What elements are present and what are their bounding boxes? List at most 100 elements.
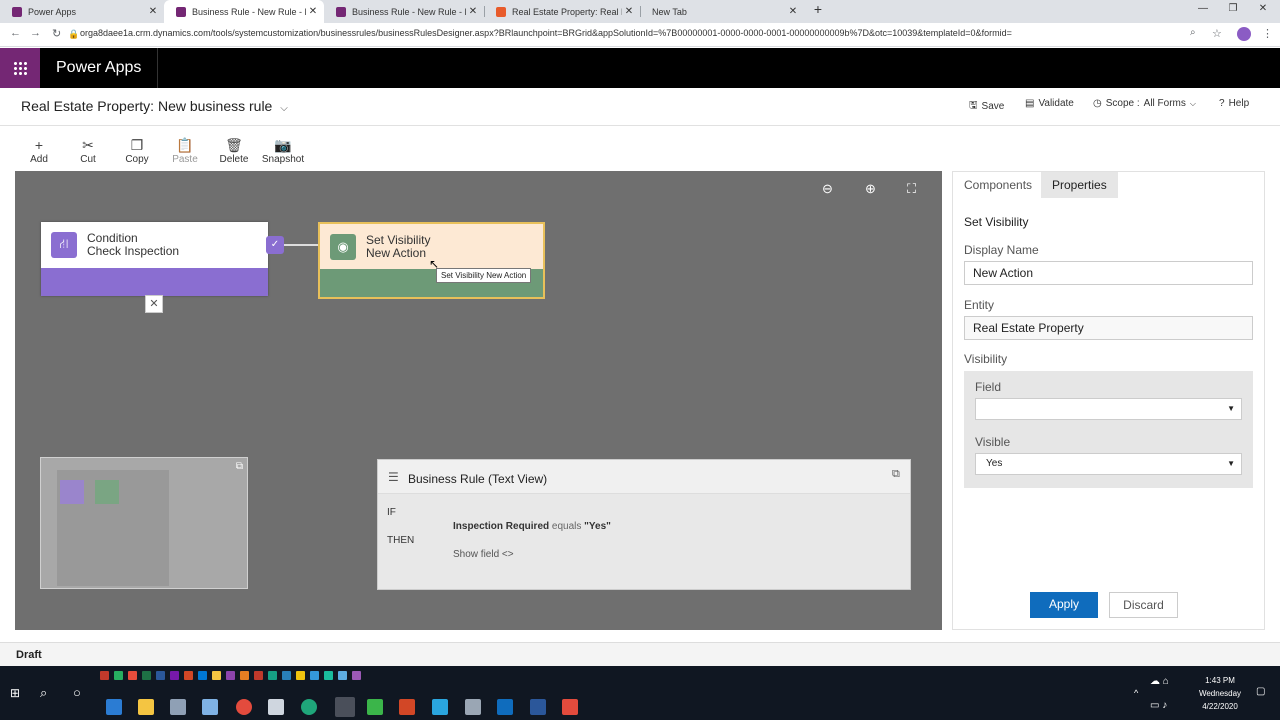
quick-launch-icon[interactable] xyxy=(100,671,109,680)
clock[interactable]: 1:43 PM Wednesday 4/22/2020 xyxy=(1198,674,1242,713)
cut-button[interactable]: ✂ Cut xyxy=(66,136,110,165)
close-tab-icon[interactable]: ✕ xyxy=(146,6,160,17)
zoom-in-icon[interactable]: ⊕ xyxy=(865,181,876,197)
quick-launch-icon[interactable] xyxy=(338,671,347,680)
app-launcher-waffle-icon[interactable] xyxy=(0,48,40,88)
bookmark-star-icon[interactable]: ☆ xyxy=(1212,27,1222,40)
collapse-text-view-icon[interactable]: ⧉ xyxy=(892,468,900,481)
visibility-label: Visibility xyxy=(964,352,1008,366)
validate-button[interactable]: ▤ Validate xyxy=(1025,98,1074,109)
search-icon[interactable]: ⌕ xyxy=(40,685,47,701)
chevron-down-icon: ⌵ xyxy=(1189,98,1196,108)
skype-icon[interactable] xyxy=(432,699,448,715)
quick-launch-icon[interactable] xyxy=(184,671,193,680)
file-explorer-icon[interactable] xyxy=(138,699,154,715)
close-tab-icon[interactable]: ✕ xyxy=(786,6,800,17)
powerpoint-icon[interactable] xyxy=(399,699,415,715)
minimize-icon[interactable]: — xyxy=(1193,3,1213,14)
restore-icon[interactable]: ❐ xyxy=(1223,3,1243,14)
close-tab-icon[interactable]: ✕ xyxy=(306,6,320,17)
quick-launch-icon[interactable] xyxy=(156,671,165,680)
scope-dropdown[interactable]: ◷ Scope : All Forms ⌵ xyxy=(1093,98,1196,109)
close-tab-icon[interactable]: ✕ xyxy=(622,6,636,17)
browser-tab-new-tab[interactable]: New Tab ✕ xyxy=(640,0,804,23)
notepad-icon[interactable] xyxy=(170,699,186,715)
rule-title[interactable]: Real Estate Property: New business rule … xyxy=(21,98,288,114)
snapshot-button[interactable]: 📷 Snapshot xyxy=(261,136,305,165)
save-button[interactable]: 🖫 Save xyxy=(969,98,1004,115)
power-apps-favicon-icon xyxy=(336,6,346,17)
discard-button[interactable]: Discard xyxy=(1109,592,1178,618)
delete-button[interactable]: 🗑 Delete xyxy=(212,136,256,165)
outlook-icon[interactable] xyxy=(497,699,513,715)
network-volume-icons[interactable]: ▭ ♪ xyxy=(1150,700,1167,711)
copy-button[interactable]: ❐ Copy xyxy=(115,136,159,165)
cortana-icon[interactable]: ○ xyxy=(73,685,81,700)
quick-launch-icon[interactable] xyxy=(142,671,151,680)
active-browser-icon[interactable] xyxy=(335,697,355,717)
quick-launch-icon[interactable] xyxy=(170,671,179,680)
tab-properties[interactable]: Properties xyxy=(1041,172,1118,198)
quick-launch-icon[interactable] xyxy=(226,671,235,680)
url-text[interactable]: orga8daee1a.crm.dynamics.com/tools/syste… xyxy=(80,28,1012,38)
new-tab-icon[interactable]: + xyxy=(808,1,828,17)
zoom-indicator-icon[interactable]: ⌕ xyxy=(1190,27,1196,38)
collapse-minimap-icon[interactable]: ⧉ xyxy=(236,461,243,472)
word-icon[interactable] xyxy=(530,699,546,715)
quick-launch-icon[interactable] xyxy=(324,671,333,680)
quick-launch-icon[interactable] xyxy=(310,671,319,680)
edge-icon[interactable] xyxy=(106,699,122,715)
notifications-icon[interactable]: ▢ xyxy=(1256,686,1265,697)
designer-canvas[interactable]: ⊖ ⊕ ⛶ ⛙ Condition Check Inspection ✕ ✓ ◉… xyxy=(15,171,942,630)
tray-icons[interactable]: ☁ ⌂ xyxy=(1150,676,1169,687)
close-window-icon[interactable]: ✕ xyxy=(1253,3,1273,14)
tray-chevron-icon[interactable]: ^ xyxy=(1134,688,1138,698)
fit-to-screen-icon[interactable]: ⛶ xyxy=(907,181,916,197)
add-button[interactable]: + Add xyxy=(17,136,61,165)
snagit-icon[interactable] xyxy=(562,699,578,715)
help-question-icon: ? xyxy=(1219,98,1225,109)
quick-launch-icon[interactable] xyxy=(114,671,123,680)
display-name-field[interactable]: New Action xyxy=(964,261,1253,285)
zoom-out-icon[interactable]: ⊖ xyxy=(822,181,833,197)
tab-components[interactable]: Components xyxy=(953,172,1043,198)
quick-launch-icon[interactable] xyxy=(282,671,291,680)
quick-launch-icon[interactable] xyxy=(352,671,361,680)
condition-value: "Yes" xyxy=(584,521,611,532)
browser-tab-power-apps[interactable]: Power Apps ✕ xyxy=(0,0,164,23)
quick-launch-icon[interactable] xyxy=(254,671,263,680)
app-icon[interactable] xyxy=(202,699,218,715)
quick-launch-icon[interactable] xyxy=(240,671,249,680)
condition-node[interactable]: ⛙ Condition Check Inspection xyxy=(41,222,268,296)
browser-tab-business-rule-active[interactable]: Business Rule - New Rule - Micro ✕ xyxy=(164,0,324,23)
apply-button[interactable]: Apply xyxy=(1030,592,1098,618)
chrome-icon[interactable] xyxy=(236,699,252,715)
browser-tab-real-estate[interactable]: Real Estate Property: Real Estate ✕ xyxy=(484,0,640,23)
back-icon[interactable]: ← xyxy=(10,27,21,39)
quick-launch-icon[interactable] xyxy=(296,671,305,680)
close-tab-icon[interactable]: ✕ xyxy=(466,6,480,17)
quick-launch-icon[interactable] xyxy=(212,671,221,680)
delete-node-icon[interactable]: ✕ xyxy=(145,295,163,313)
panel-heading: Set Visibility xyxy=(964,215,1029,229)
profile-avatar[interactable] xyxy=(1237,27,1251,41)
visible-select[interactable]: Yes ▼ xyxy=(975,453,1242,475)
quick-launch-icon[interactable] xyxy=(268,671,277,680)
reload-icon[interactable]: ↻ xyxy=(52,27,61,40)
minimap[interactable]: ⧉ xyxy=(40,457,248,589)
browser-tab-business-rule[interactable]: Business Rule - New Rule - Micro ✕ xyxy=(324,0,484,23)
camtasia-icon[interactable] xyxy=(367,699,383,715)
tab-title: Power Apps xyxy=(28,6,77,17)
quick-launch-icon[interactable] xyxy=(128,671,137,680)
edge-chromium-icon[interactable] xyxy=(301,699,317,715)
tab-title: Business Rule - New Rule - Micro xyxy=(192,6,306,17)
browser-menu-icon[interactable]: ⋮ xyxy=(1262,27,1273,40)
help-button[interactable]: ? Help xyxy=(1219,98,1249,109)
quick-launch-icon[interactable] xyxy=(198,671,207,680)
settings-app-icon[interactable] xyxy=(465,699,481,715)
forward-icon[interactable]: → xyxy=(30,27,41,39)
calculator-icon[interactable] xyxy=(268,699,284,715)
field-select[interactable]: ▼ xyxy=(975,398,1242,420)
paste-button[interactable]: 📋 Paste xyxy=(163,136,207,165)
windows-start-icon[interactable]: ⊞ xyxy=(10,686,20,700)
